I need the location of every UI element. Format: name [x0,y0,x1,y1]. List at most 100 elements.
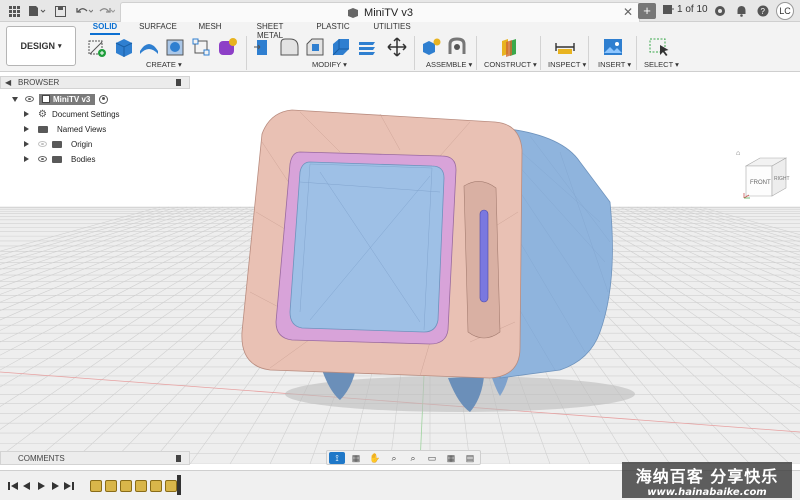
create-sketch-icon[interactable] [86,36,108,58]
extrude-icon[interactable] [112,36,134,58]
loft-icon[interactable] [190,36,212,58]
browser-item-document-settings[interactable]: ⚙ Document Settings [24,108,120,120]
job-status-icon[interactable] [712,3,728,19]
activate-radio-icon[interactable] [99,94,109,104]
tab-mesh[interactable]: MESH [196,22,224,35]
viewcube-front-label[interactable]: FRONT [750,180,771,186]
new-component-icon[interactable] [420,36,442,58]
file-menu-icon[interactable] [26,3,48,19]
timeline-feature[interactable] [90,480,102,492]
browser-root-item[interactable]: MiniTV v3 [12,93,109,105]
expand-icon[interactable] [24,141,29,147]
pin-icon[interactable] [176,455,181,462]
go-to-end-icon[interactable] [64,481,74,491]
zoom-icon[interactable]: ⌕ [386,452,402,464]
group-insert[interactable]: INSERT ▾ [598,60,631,69]
expand-icon[interactable] [12,96,18,102]
pin-icon[interactable] [176,79,181,86]
form-icon[interactable] [216,36,238,58]
fillet-icon[interactable] [278,36,300,58]
viewcube-right-label[interactable]: RIGHT [774,176,790,182]
model-slot [479,209,489,303]
toolbar-ribbon: DESIGN ▾ SOLID SURFACE MESH SHEET METAL … [0,22,800,72]
workspace-switcher[interactable]: DESIGN ▾ [6,26,76,66]
grid-snaps-icon[interactable]: ▦ [443,452,459,464]
play-icon[interactable] [36,481,46,491]
step-forward-icon[interactable] [50,481,60,491]
expand-icon[interactable] [24,156,29,162]
pan-hand-icon[interactable]: ✋ [367,452,383,464]
expand-icon[interactable] [24,126,29,132]
timeline-marker[interactable] [177,475,181,495]
browser-item-named-views[interactable]: Named Views [24,123,106,135]
group-select[interactable]: SELECT ▾ [644,60,679,69]
measure-icon[interactable] [554,36,576,58]
home-view-icon[interactable]: ⌂ [736,150,743,157]
comments-panel[interactable]: COMMENTS [0,451,190,465]
folder-icon [38,125,48,133]
insert-image-icon[interactable] [602,36,624,58]
group-select-label: SELECT [644,60,674,69]
group-create[interactable]: CREATE ▾ [146,60,182,69]
step-back-icon[interactable] [22,481,32,491]
close-tab-icon[interactable]: ✕ [623,5,633,19]
collapse-icon[interactable]: ◀ [5,77,11,89]
group-construct[interactable]: CONSTRUCT ▾ [484,60,537,69]
look-at-icon[interactable]: ▦ [348,452,364,464]
joint-icon[interactable] [446,36,468,58]
browser-item-bodies[interactable]: Bodies [24,153,95,165]
folder-icon [52,140,62,148]
fit-zoom-icon[interactable]: ⌕ [405,452,421,464]
chamfer-icon[interactable] [304,36,326,58]
group-assemble[interactable]: ASSEMBLE ▾ [426,60,472,69]
browser-panel: ◀ BROWSER MiniTV v3 ⚙ Document Settings … [0,76,190,170]
app-grid-icon[interactable] [6,3,22,19]
document-tab[interactable]: MiniTV v3 ✕ [120,2,640,22]
notifications-bell-icon[interactable] [733,3,749,19]
user-avatar[interactable]: LC [776,2,794,20]
browser-header[interactable]: ◀ BROWSER [0,76,190,89]
redo-icon[interactable] [96,3,116,19]
tab-surface[interactable]: SURFACE [138,22,178,35]
tab-sheet-metal[interactable]: SHEET METAL [244,22,296,40]
sweep-icon[interactable] [164,36,186,58]
move-copy-icon[interactable] [386,36,408,58]
group-create-label: CREATE [146,60,176,69]
visibility-eye-icon[interactable] [38,156,47,162]
combine-icon[interactable] [356,36,378,58]
browser-item-origin[interactable]: Origin [24,138,92,150]
new-tab-button[interactable]: + [638,3,656,19]
svg-text:?: ? [761,7,766,16]
timeline-feature[interactable] [150,480,162,492]
offset-plane-icon[interactable] [498,36,520,58]
visibility-eye-icon[interactable] [38,141,47,147]
visibility-eye-icon[interactable] [25,96,34,102]
tab-plastic[interactable]: PLASTIC [316,22,350,35]
group-inspect[interactable]: INSPECT ▾ [548,60,586,69]
tab-solid[interactable]: SOLID [90,22,120,35]
undo-icon[interactable] [74,3,94,19]
root-label-box[interactable]: MiniTV v3 [39,93,96,105]
timeline-feature[interactable] [135,480,147,492]
shell-icon[interactable] [330,36,352,58]
timeline-feature[interactable] [165,480,177,492]
view-cube[interactable]: FRONT RIGHT [742,154,790,200]
group-modify[interactable]: MODIFY ▾ [312,60,347,69]
help-icon[interactable]: ? [755,3,771,19]
select-icon[interactable] [648,36,670,58]
orbit-constrained-icon[interactable]: ⟟ [329,451,345,464]
viewports-icon[interactable]: ▤ [462,452,478,464]
save-icon[interactable] [52,3,68,19]
press-pull-icon[interactable] [252,36,274,58]
timeline-feature[interactable] [120,480,132,492]
revolve-icon[interactable] [138,36,160,58]
title-bar: MiniTV v3 ✕ + 1 of 10 ? LC [0,0,800,22]
display-settings-icon[interactable]: ▭ [424,452,440,464]
timeline-feature[interactable] [105,480,117,492]
go-to-start-icon[interactable] [8,481,18,491]
ribbon-separator [540,36,541,70]
expand-icon[interactable] [24,111,29,117]
browser-item-label: Document Settings [51,109,120,119]
job-status[interactable]: 1 of 10 [662,4,708,15]
tab-utilities[interactable]: UTILITIES [372,22,412,35]
